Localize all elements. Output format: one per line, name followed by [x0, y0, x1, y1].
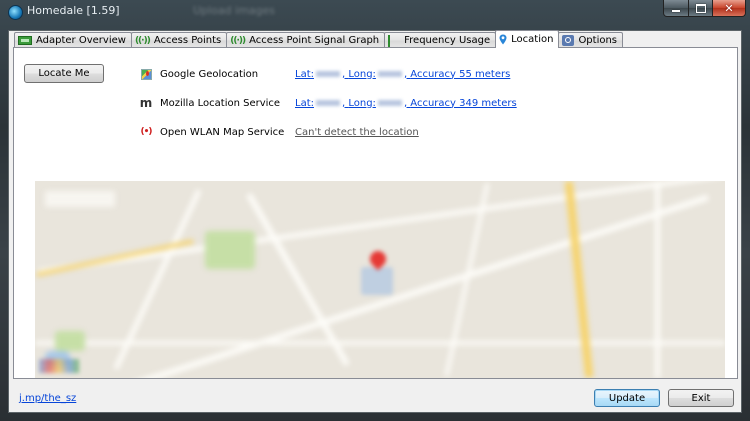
tab-access-points[interactable]: ((·)) Access Points: [130, 32, 228, 48]
update-button[interactable]: Update: [594, 389, 660, 407]
maximize-icon: [695, 3, 706, 13]
tab-label: Frequency Usage: [404, 35, 491, 46]
wlan-signal-icon: (•): [140, 127, 153, 137]
network-adapter-icon: [18, 36, 32, 45]
redacted-latitude: [316, 99, 340, 106]
background-window-title: Upload images: [193, 4, 276, 17]
locate-me-button[interactable]: Locate Me: [24, 64, 104, 83]
homedale-app-icon: [8, 5, 23, 20]
maximize-button[interactable]: [688, 0, 713, 17]
wifi-signal-icon: ((·)): [134, 35, 151, 46]
mozilla-location-link[interactable]: Lat:, Long:, Accuracy 349 meters: [295, 98, 517, 109]
minimize-icon: [672, 10, 680, 12]
google-location-link[interactable]: Lat:, Long:, Accuracy 55 meters: [295, 69, 510, 80]
tab-frequency-usage[interactable]: Frequency Usage: [384, 32, 497, 63]
tab-label: Options: [578, 35, 618, 46]
lat-label: Lat:: [295, 68, 314, 80]
tab-label: Access Point Signal Graph: [249, 35, 380, 46]
service-row-mozilla: m Mozilla Location Service Lat:, Long:, …: [139, 96, 517, 110]
minimize-button[interactable]: [663, 0, 689, 17]
redacted-longitude: [377, 99, 402, 106]
lat-label: Lat:: [295, 97, 314, 109]
accuracy-text: Accuracy 349 meters: [410, 97, 517, 109]
long-label: Long:: [348, 97, 376, 109]
location-marker-icon: [370, 251, 386, 273]
bar-graph-icon: [388, 35, 400, 63]
service-name: Open WLAN Map Service: [160, 126, 285, 138]
long-label: Long:: [348, 68, 376, 80]
location-tab-panel: Locate Me Google Geolocation Lat:, Long:…: [13, 47, 738, 379]
mozilla-icon: m: [139, 96, 153, 110]
service-row-openwlanmap: (•) Open WLAN Map Service Can't detect t…: [139, 125, 419, 139]
exit-button[interactable]: Exit: [668, 389, 734, 407]
map-logo: [39, 359, 79, 373]
redacted-longitude: [377, 70, 402, 77]
service-name: Mozilla Location Service: [160, 97, 281, 109]
close-button[interactable]: ✕: [712, 0, 746, 17]
tab-adapter-overview[interactable]: Adapter Overview: [14, 32, 132, 48]
openwlanmap-status-link[interactable]: Can't detect the location: [295, 127, 419, 138]
redacted-latitude: [316, 70, 340, 77]
location-pin-icon: [499, 34, 507, 45]
options-icon: [562, 35, 575, 46]
accuracy-text: Accuracy 55 meters: [410, 68, 511, 80]
wifi-signal-icon: ((·)): [230, 35, 246, 46]
tab-label: Adapter Overview: [36, 35, 126, 46]
tab-label: Location: [511, 34, 554, 45]
google-maps-icon: [140, 68, 152, 80]
tab-label: Access Points: [153, 35, 222, 46]
client-area: Adapter Overview ((·)) Access Points ((·…: [8, 30, 742, 413]
tab-access-point-signal-graph[interactable]: ((·)) Access Point Signal Graph: [226, 32, 386, 48]
tab-options[interactable]: Options: [558, 32, 624, 48]
window-frame: Homedale [1.59] Upload images ✕ Adapter …: [0, 0, 750, 421]
service-name: Google Geolocation: [160, 68, 259, 80]
location-map[interactable]: [35, 181, 725, 378]
window-title: Homedale [1.59]: [27, 4, 120, 17]
service-row-google: Google Geolocation Lat:, Long:, Accuracy…: [139, 67, 510, 81]
tab-strip: Adapter Overview ((·)) Access Points ((·…: [14, 30, 624, 63]
tab-location[interactable]: Location: [495, 30, 560, 48]
website-link[interactable]: j.mp/the_sz: [19, 393, 76, 404]
close-icon: ✕: [724, 1, 734, 15]
title-bar[interactable]: Homedale [1.59] Upload images ✕: [0, 0, 750, 22]
